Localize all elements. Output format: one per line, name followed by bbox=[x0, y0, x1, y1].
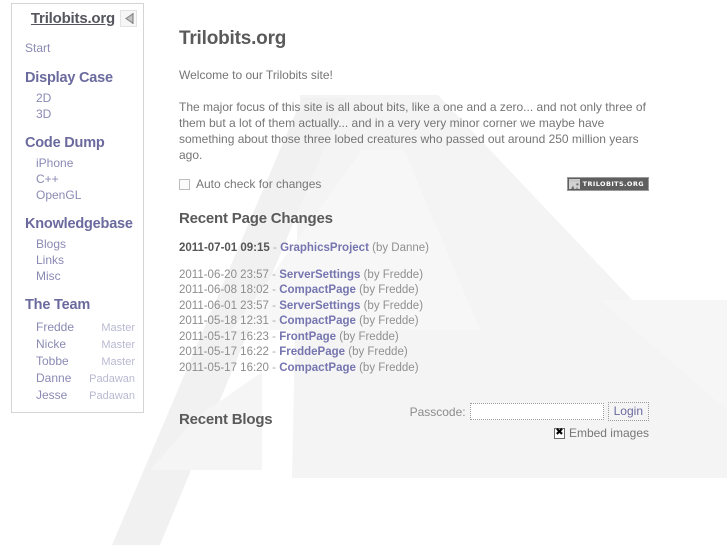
passcode-label: Passcode: bbox=[409, 404, 466, 419]
sidebar-item-links[interactable]: Links bbox=[36, 252, 143, 268]
sidebar-item-misc[interactable]: Misc bbox=[36, 268, 143, 284]
embed-images-label: Embed images bbox=[568, 426, 649, 440]
autocheck-label: Auto check for changes bbox=[196, 177, 322, 191]
change-separator: - bbox=[272, 268, 276, 281]
sidebar-item-2d[interactable]: 2D bbox=[36, 90, 143, 106]
login-form: Passcode: Login bbox=[410, 402, 649, 421]
recent-blogs-heading: Recent Blogs bbox=[179, 411, 273, 428]
change-separator: - bbox=[272, 361, 276, 374]
passcode-input[interactable] bbox=[469, 403, 604, 420]
change-separator: - bbox=[272, 315, 276, 327]
change-author: (by Fredde) bbox=[359, 284, 419, 296]
change-author: (by Fredde) bbox=[363, 268, 424, 281]
change-page-link[interactable]: ServerSettings bbox=[279, 300, 360, 312]
change-date: 2011-06-01 23:57 bbox=[179, 299, 269, 312]
sidebar-item-cpp[interactable]: C++ bbox=[36, 171, 143, 187]
team-role: Master bbox=[101, 356, 135, 368]
change-row: 2011-06-01 23:57 - ServerSettings (by Fr… bbox=[179, 299, 649, 315]
change-page-link[interactable]: CompactPage bbox=[279, 362, 356, 374]
change-row: 2011-06-20 23:57 - ServerSettings (by Fr… bbox=[179, 268, 649, 284]
sidebar-group-display-case: 2D 3D bbox=[12, 90, 143, 122]
embed-images-checkbox[interactable] bbox=[553, 427, 565, 439]
change-row: 2011-05-17 16:20 - CompactPage (by Fredd… bbox=[179, 361, 649, 377]
change-date: 2011-06-20 23:57 bbox=[179, 268, 269, 281]
recent-changes-list: 2011-07-01 09:15 - GraphicsProject (by D… bbox=[179, 241, 649, 376]
team-member-tobbe[interactable]: Tobbe bbox=[36, 353, 69, 369]
change-author: (by Fredde) bbox=[363, 299, 424, 312]
trilobite-icon[interactable] bbox=[120, 10, 137, 27]
team-member-danne[interactable]: Danne bbox=[36, 370, 71, 386]
sidebar-nav-top: Start bbox=[12, 29, 143, 57]
change-row: 2011-06-08 18:02 - CompactPage (by Fredd… bbox=[179, 283, 649, 299]
page-title: Trilobits.org bbox=[179, 28, 287, 49]
sidebar-heading-display-case[interactable]: Display Case bbox=[25, 70, 143, 86]
team-row: Fredde Master bbox=[36, 319, 135, 336]
change-row: 2011-07-01 09:15 - GraphicsProject (by D… bbox=[179, 241, 649, 257]
team-row: Nicke Master bbox=[36, 336, 135, 353]
team-member-jesse[interactable]: Jesse bbox=[36, 387, 67, 403]
login-button[interactable]: Login bbox=[607, 402, 649, 421]
site-logo-text[interactable]: Trilobits.org bbox=[31, 10, 115, 27]
change-date: 2011-05-17 16:20 bbox=[179, 361, 269, 374]
sidebar-heading-code-dump[interactable]: Code Dump bbox=[25, 135, 143, 151]
change-page-link[interactable]: CompactPage bbox=[279, 315, 356, 327]
change-page-link[interactable]: FreddePage bbox=[279, 346, 345, 358]
change-page-link[interactable]: CompactPage bbox=[279, 284, 356, 296]
change-row: 2011-05-18 12:31 - CompactPage (by Fredd… bbox=[179, 314, 649, 330]
sidebar-item-iphone[interactable]: iPhone bbox=[36, 155, 143, 171]
change-separator: - bbox=[272, 330, 276, 343]
bottom-row: Recent Blogs Passcode: Login Embed image… bbox=[179, 402, 649, 448]
team-row: Jesse Padawan bbox=[36, 387, 135, 404]
trilobits-badge[interactable]: TRILOBITS.ORG bbox=[566, 177, 649, 191]
badge-thumbnail-icon bbox=[568, 179, 580, 189]
recent-changes-heading: Recent Page Changes bbox=[179, 210, 333, 227]
change-author: (by Fredde) bbox=[359, 361, 419, 374]
change-author: (by Fredde) bbox=[359, 315, 419, 327]
change-separator: - bbox=[272, 299, 276, 312]
welcome-text: Welcome to our Trilobits site! bbox=[179, 68, 333, 82]
change-page-link[interactable]: FrontPage bbox=[279, 331, 336, 343]
autocheck-checkbox[interactable] bbox=[179, 178, 190, 190]
sidebar: Trilobits.org Start Display Case 2D 3D C… bbox=[11, 3, 144, 413]
team-role: Master bbox=[101, 339, 135, 351]
sidebar-item-3d[interactable]: 3D bbox=[36, 106, 143, 122]
change-author: (by Danne) bbox=[372, 242, 429, 254]
change-date: 2011-05-17 16:23 bbox=[179, 330, 269, 343]
autocheck-row: Auto check for changes TRILOBITS.ORG bbox=[179, 177, 649, 191]
sidebar-group-knowledgebase: Blogs Links Misc bbox=[12, 236, 143, 284]
sidebar-item-blogs[interactable]: Blogs bbox=[36, 236, 143, 252]
change-date: 2011-05-18 12:31 bbox=[179, 315, 269, 327]
change-row: 2011-05-17 16:23 - FrontPage (by Fredde) bbox=[179, 330, 649, 346]
change-page-link[interactable]: ServerSettings bbox=[279, 269, 360, 281]
change-author: (by Fredde) bbox=[339, 330, 399, 343]
intro-text: The major focus of this site is all abou… bbox=[179, 100, 646, 162]
team-row: Tobbe Master bbox=[36, 353, 135, 370]
badge-label: TRILOBITS.ORG bbox=[582, 180, 644, 188]
sidebar-item-opengl[interactable]: OpenGL bbox=[36, 187, 143, 203]
team-member-nicke[interactable]: Nicke bbox=[36, 336, 66, 352]
sidebar-item-start[interactable]: Start bbox=[25, 40, 143, 57]
team-role: Padawan bbox=[89, 390, 135, 402]
change-separator: - bbox=[272, 346, 276, 358]
change-date: 2011-05-17 16:22 bbox=[179, 346, 269, 358]
change-page-link[interactable]: GraphicsProject bbox=[280, 242, 369, 254]
sidebar-heading-knowledgebase[interactable]: Knowledgebase bbox=[25, 216, 143, 232]
team-role: Padawan bbox=[89, 373, 135, 385]
embed-images-group[interactable]: Embed images bbox=[553, 426, 649, 440]
change-date: 2011-07-01 09:15 bbox=[179, 242, 270, 254]
main-content: Trilobits.org Welcome to our Trilobits s… bbox=[179, 28, 649, 448]
sidebar-group-code-dump: iPhone C++ OpenGL bbox=[12, 155, 143, 203]
sidebar-header: Trilobits.org bbox=[12, 4, 143, 29]
sidebar-heading-the-team[interactable]: The Team bbox=[25, 297, 143, 313]
change-date: 2011-06-08 18:02 bbox=[179, 284, 269, 296]
team-list: Fredde Master Nicke Master Tobbe Master … bbox=[12, 319, 143, 404]
change-separator: - bbox=[272, 284, 276, 296]
team-role: Master bbox=[101, 322, 135, 334]
change-separator: - bbox=[273, 242, 277, 254]
team-row: Danne Padawan bbox=[36, 370, 135, 387]
autocheck-group[interactable]: Auto check for changes bbox=[179, 177, 321, 191]
team-member-fredde[interactable]: Fredde bbox=[36, 319, 74, 335]
change-author: (by Fredde) bbox=[348, 346, 408, 358]
change-row: 2011-05-17 16:22 - FreddePage (by Fredde… bbox=[179, 345, 649, 361]
